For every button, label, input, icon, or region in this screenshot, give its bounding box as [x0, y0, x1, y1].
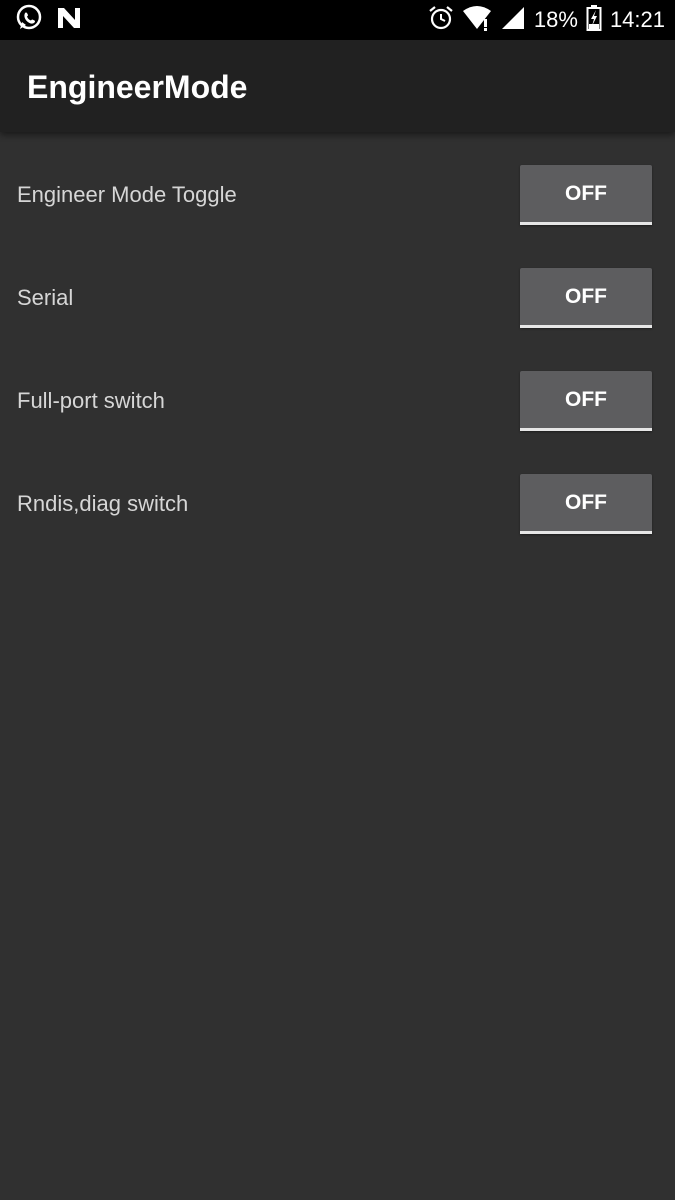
toggle-underline — [520, 428, 652, 431]
toggle-state-label: OFF — [565, 285, 607, 308]
clock-time: 14:21 — [609, 7, 665, 32]
toggle-state-label: OFF — [565, 388, 607, 411]
serial-toggle-button[interactable]: OFF — [520, 268, 652, 328]
toggle-state-label: OFF — [565, 182, 607, 205]
rndis-diag-toggle-button[interactable]: OFF — [520, 474, 652, 534]
wifi-icon — [462, 5, 492, 36]
app-bar: EngineerMode — [0, 40, 675, 132]
engineer-mode-toggle-button[interactable]: OFF — [520, 165, 652, 225]
app-title: EngineerMode — [27, 69, 248, 105]
signal-icon — [500, 5, 526, 36]
status-bar: 18% 14:21 — [0, 0, 675, 40]
full-port-toggle-button[interactable]: OFF — [520, 371, 652, 431]
setting-label-full-port: Full-port switch — [17, 388, 165, 413]
setting-label-engineer-mode: Engineer Mode Toggle — [17, 182, 237, 207]
status-left-icons — [14, 3, 82, 38]
status-right-icons: 18% 14:21 — [428, 4, 665, 37]
setting-label-rndis-diag: Rndis,diag switch — [17, 491, 189, 516]
setting-row-engineer-mode: Engineer Mode Toggle OFF — [0, 165, 675, 225]
setting-row-full-port: Full-port switch OFF — [0, 371, 675, 431]
alarm-icon — [428, 5, 454, 36]
toggle-underline — [520, 531, 652, 534]
toggle-underline — [520, 325, 652, 328]
whatsapp-icon — [14, 3, 44, 38]
battery-percent: 18% — [533, 7, 578, 32]
battery-icon — [586, 4, 602, 37]
setting-row-serial: Serial OFF — [0, 268, 675, 328]
setting-label-serial: Serial — [17, 285, 74, 310]
settings-list: Engineer Mode Toggle OFF Serial OFF Full… — [0, 132, 675, 1200]
setting-row-rndis-diag: Rndis,diag switch OFF — [0, 474, 675, 534]
n-notification-icon — [56, 5, 82, 36]
toggle-underline — [520, 222, 652, 225]
toggle-state-label: OFF — [565, 491, 607, 514]
